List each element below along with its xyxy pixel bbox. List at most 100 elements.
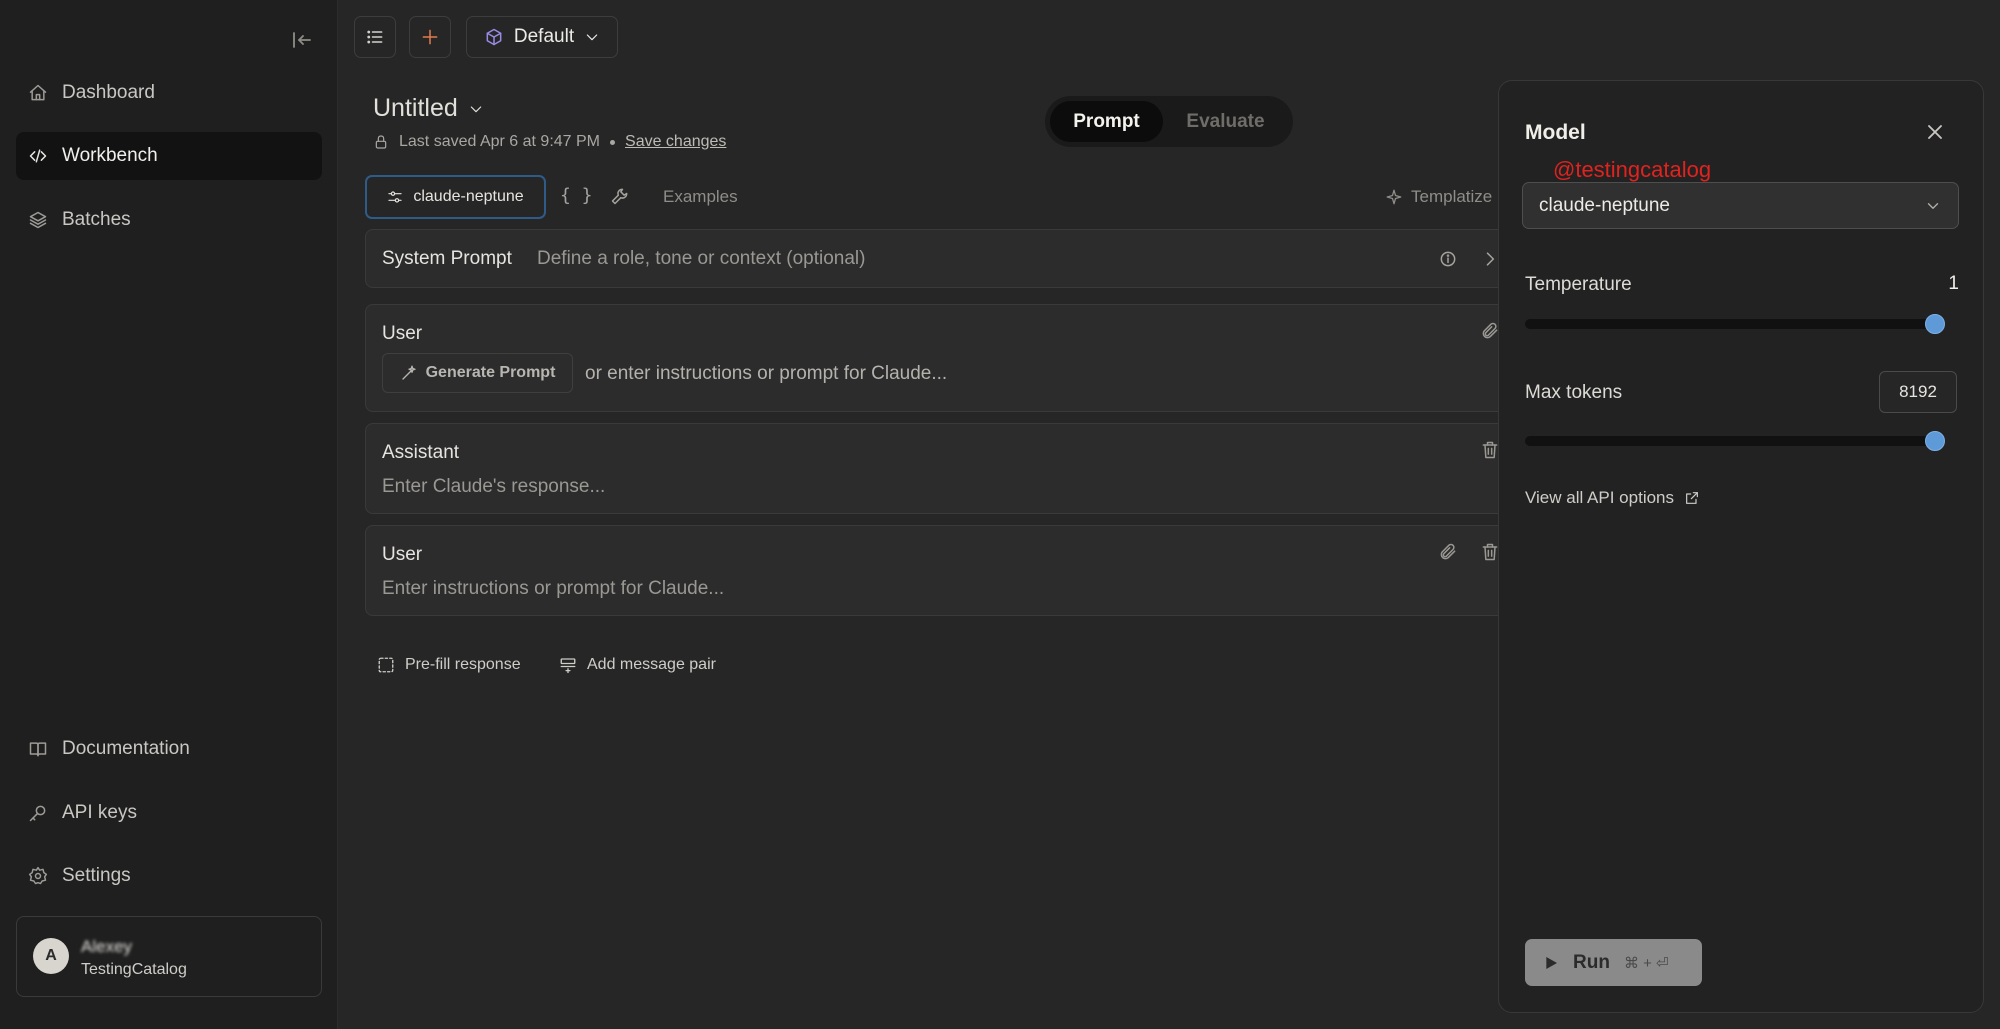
system-prompt-field[interactable]: System Prompt Define a role, tone or con… [365,229,1515,288]
message-role-label: Assistant [382,442,460,463]
dashed-square-icon [377,656,395,674]
tab-evaluate[interactable]: Evaluate [1163,101,1288,142]
close-icon[interactable] [1923,120,1947,144]
key-icon [28,803,48,823]
chevron-down-icon [1924,197,1942,215]
sidebar-item-label: Settings [62,865,131,886]
model-settings-button[interactable]: claude-neptune [365,175,546,219]
examples-button[interactable]: Examples [663,187,738,207]
temperature-label: Temperature [1525,274,1632,295]
assistant-message[interactable]: Assistant Enter Claude's response... [365,423,1515,514]
message-role-label: User [382,323,423,344]
sidebar-item-label: Documentation [62,738,190,759]
panel-title: Model [1525,121,1586,144]
sidebar-item-workbench[interactable]: Workbench [16,132,322,180]
temperature-slider[interactable] [1525,319,1945,329]
play-icon [1543,955,1559,971]
run-button[interactable]: Run ⌘ + ⏎ [1525,939,1702,986]
sidebar-item-label: Workbench [62,145,158,166]
account-org: TestingCatalog [81,961,187,978]
temperature-slider-handle[interactable] [1925,314,1945,334]
templatize-button[interactable]: Templatize [1385,187,1492,207]
user-message-placeholder: Enter instructions or prompt for Claude.… [382,578,725,599]
collapse-sidebar-icon[interactable] [290,28,314,52]
account-switcher[interactable]: A Alexey TestingCatalog [16,916,322,997]
last-saved-text: Last saved Apr 6 at 9:47 PM [399,133,601,150]
trash-icon[interactable] [1480,542,1500,562]
sidebar-item-settings[interactable]: Settings [16,852,322,900]
info-icon[interactable] [1438,249,1458,269]
lock-icon [373,134,389,150]
sidebar-item-label: Batches [62,209,131,230]
generate-prompt-label: Generate Prompt [425,364,556,381]
model-chip-label: claude-neptune [413,188,524,205]
code-icon [28,146,48,166]
paperclip-icon[interactable] [1438,542,1458,562]
add-pair-label: Add message pair [587,656,716,673]
message-role-label: User [382,544,423,565]
sidebar-item-api-keys[interactable]: API keys [16,789,322,837]
variables-icon[interactable]: { } [560,185,593,206]
page-title: Untitled [373,94,458,122]
external-link-icon [1684,490,1700,506]
cube-icon [484,27,504,47]
paperclip-icon[interactable] [1480,321,1500,341]
model-settings-panel: Model @testingcatalog claude-neptune Tem… [1498,80,1984,1013]
new-prompt-button[interactable] [409,16,451,58]
project-select[interactable]: Default [466,16,618,58]
list-icon [365,27,385,47]
chevron-down-icon [468,101,484,117]
run-label: Run [1573,951,1610,973]
trash-icon[interactable] [1480,440,1500,460]
gear-icon [28,866,48,886]
home-icon [28,83,48,103]
book-icon [28,739,48,759]
add-message-pair-button[interactable]: Add message pair [559,656,716,674]
sliders-icon [387,189,403,205]
user-message-2[interactable]: User Enter instructions or prompt for Cl… [365,525,1515,616]
prompt-list-button[interactable] [354,16,396,58]
system-prompt-placeholder: Define a role, tone or context (optional… [537,248,866,269]
model-select-value: claude-neptune [1539,194,1670,216]
sidebar-item-documentation[interactable]: Documentation [16,725,322,773]
plus-icon [420,27,440,47]
save-changes-link[interactable]: Save changes [625,133,726,151]
account-name: Alexey [81,937,133,956]
max-tokens-label: Max tokens [1525,382,1623,403]
tab-prompt[interactable]: Prompt [1050,101,1163,142]
max-tokens-input[interactable]: 8192 [1879,371,1957,413]
watermark: @testingcatalog [1553,157,1712,182]
temperature-value: 1 [1948,273,1959,294]
magic-wand-icon [400,364,418,382]
assistant-message-placeholder: Enter Claude's response... [382,476,606,497]
user-message-placeholder: or enter instructions or prompt for Clau… [585,363,948,384]
view-api-options-link[interactable]: View all API options [1525,488,1700,508]
max-tokens-slider[interactable] [1525,436,1945,446]
max-tokens-slider-handle[interactable] [1925,431,1945,451]
sidebar-item-dashboard[interactable]: Dashboard [16,69,322,117]
save-status: Last saved Apr 6 at 9:47 PM Save changes [373,133,726,151]
chevron-right-icon[interactable] [1480,249,1500,269]
run-shortcut: ⌘ + ⏎ [1623,954,1669,972]
generate-prompt-button[interactable]: Generate Prompt [382,353,573,393]
sidebar-item-label: API keys [62,802,137,823]
prefill-label: Pre-fill response [405,656,521,673]
model-select[interactable]: claude-neptune [1522,182,1959,229]
user-message-1[interactable]: User Generate Prompt or enter instructio… [365,304,1515,412]
sidebar: Dashboard Workbench Batches Documentatio… [0,0,338,1029]
wrench-icon[interactable] [610,186,630,206]
layers-icon [28,210,48,230]
add-rows-icon [559,656,577,674]
sidebar-item-batches[interactable]: Batches [16,196,322,244]
prefill-response-button[interactable]: Pre-fill response [377,656,521,674]
sidebar-item-label: Dashboard [62,82,155,103]
avatar: A [33,938,69,974]
sparkle-icon [1385,188,1403,206]
chevron-down-icon [584,29,600,45]
project-name: Default [513,26,575,47]
separator-dot [610,139,616,145]
system-prompt-label: System Prompt [382,248,512,269]
api-link-label: View all API options [1525,488,1674,507]
templatize-label: Templatize [1411,187,1493,206]
document-title[interactable]: Untitled [373,94,484,123]
